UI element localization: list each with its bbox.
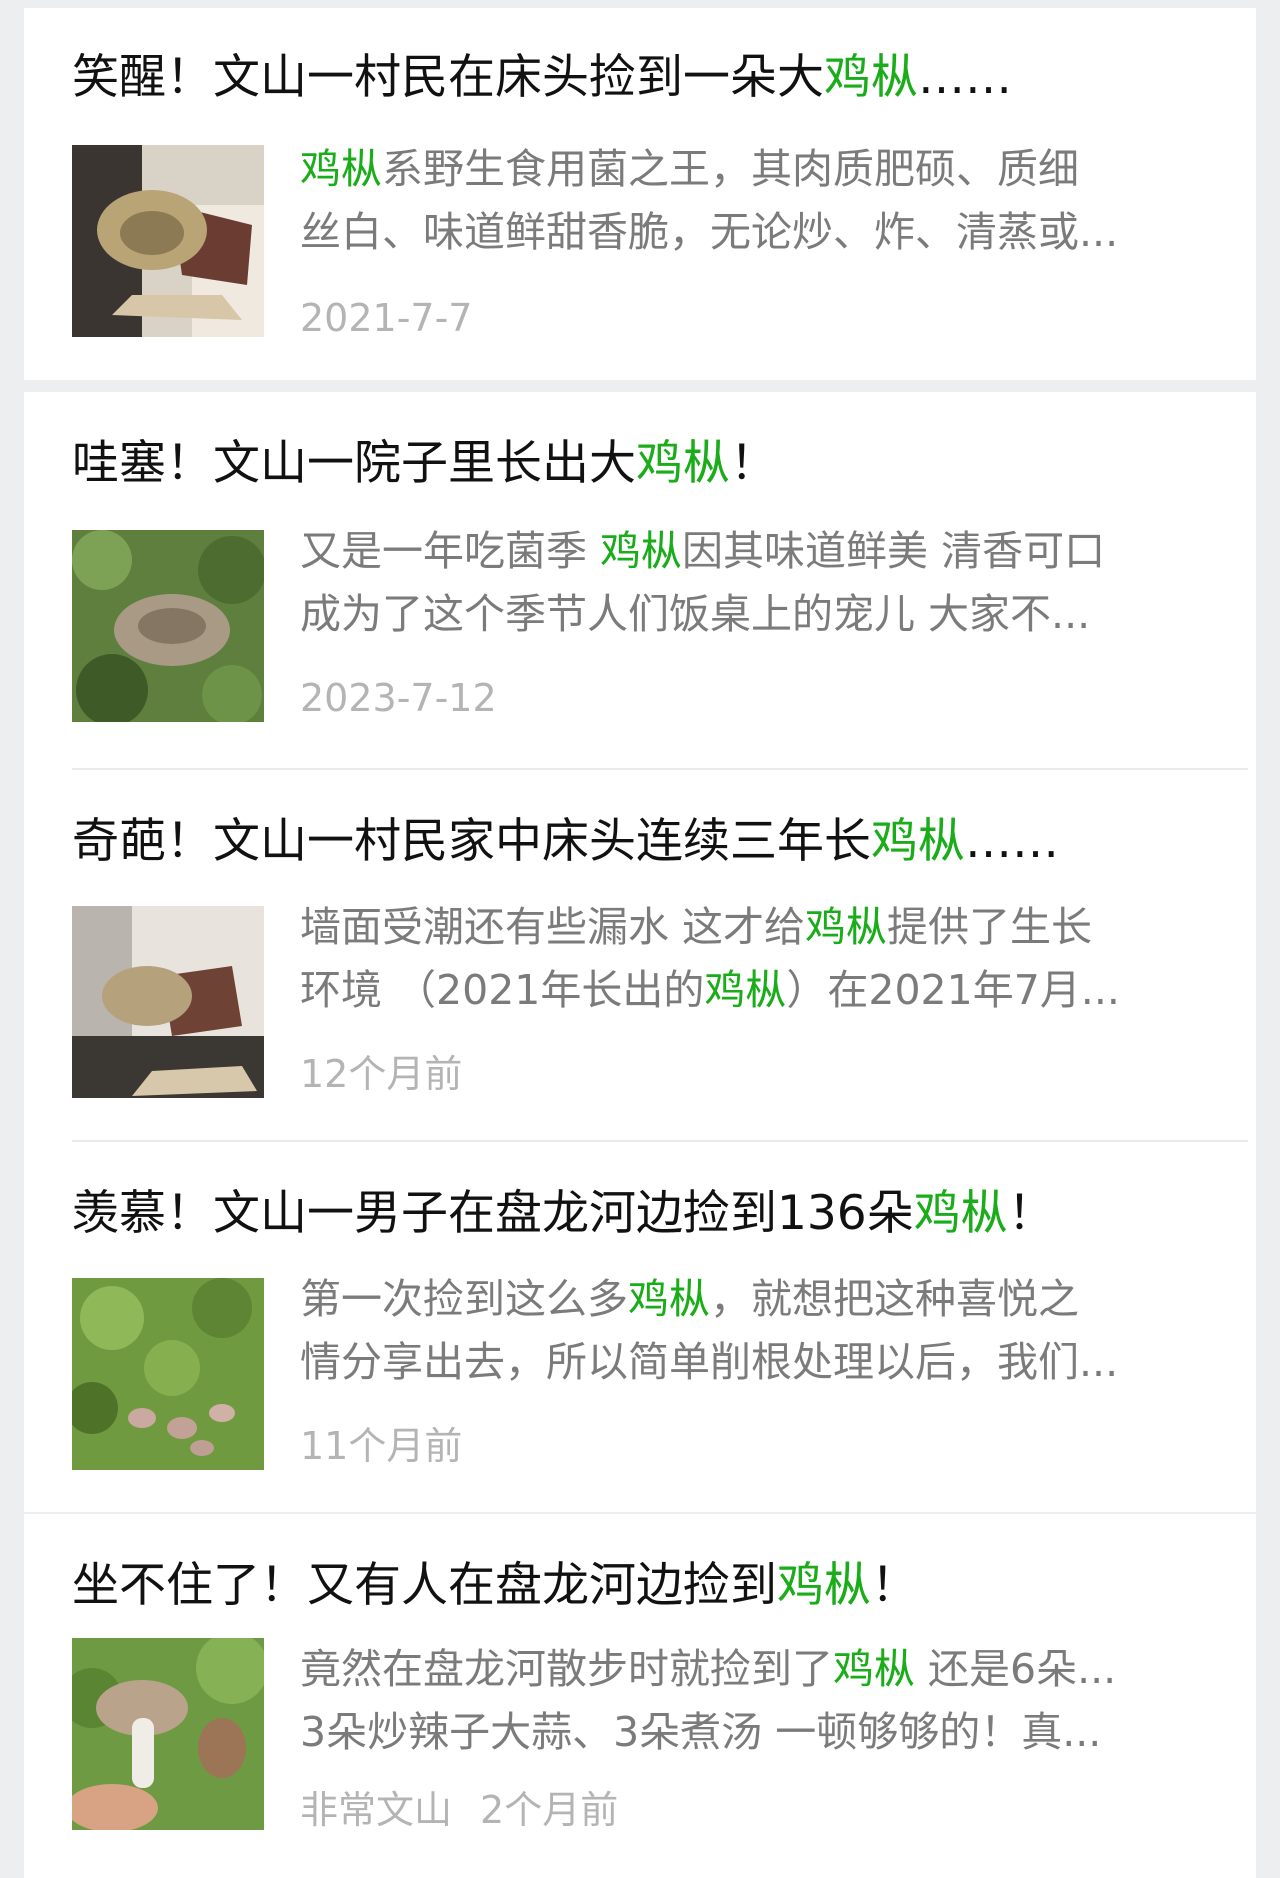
article-thumbnail[interactable]: [72, 530, 264, 722]
article-meta: 2021-7-7: [300, 294, 472, 342]
article-thumbnail[interactable]: [72, 1638, 264, 1830]
keyword-highlight: 鸡枞: [913, 1186, 1008, 1241]
article-thumbnail[interactable]: [72, 906, 264, 1098]
keyword-highlight: 鸡枞: [600, 527, 683, 575]
article-summary: 鸡枞系野生食用菌之王，其肉质肥硕、质细 丝白、味道鲜甜香脆，无论炒、炸、清蒸或.…: [300, 145, 1119, 256]
article-date: 11个月前: [300, 1424, 463, 1468]
keyword-highlight: 鸡枞: [805, 903, 888, 951]
article-title[interactable]: 笑醒！文山一村民在床头捡到一朵大鸡枞……: [72, 48, 1012, 108]
article-summary: 第一次捡到这么多鸡枞，就想把这种喜悦之 情分享出去，所以简单削根处理以后，我们.…: [300, 1275, 1119, 1386]
article-summary: 墙面受潮还有些漏水 这才给鸡枞提供了生长 环境 （2021年长出的鸡枞）在202…: [300, 903, 1120, 1014]
mushroom-garden-photo-icon: [72, 530, 264, 722]
article-meta: 11个月前: [300, 1422, 462, 1470]
keyword-highlight: 鸡枞: [704, 966, 787, 1014]
keyword-highlight: 鸡枞: [777, 1558, 871, 1613]
mushroom-wall-photo-icon: [72, 906, 264, 1098]
keyword-highlight: 鸡枞: [636, 436, 730, 491]
article-date: 12个月前: [300, 1052, 463, 1096]
mushroom-hand-photo-icon: [72, 1638, 264, 1830]
keyword-highlight: 鸡枞: [824, 50, 918, 105]
article-title[interactable]: 哇塞！文山一院子里长出大鸡枞！: [72, 434, 777, 494]
article-card[interactable]: 羡慕！文山一男子在盘龙河边捡到136朵鸡枞！ 第一次捡到这么多鸡枞，就想把这种喜…: [24, 1142, 1256, 1512]
article-title[interactable]: 坐不住了！又有人在盘龙河边捡到鸡枞！: [72, 1556, 918, 1616]
article-card[interactable]: 笑醒！文山一村民在床头捡到一朵大鸡枞…… 鸡枞系野生食用菌之王，其肉质肥硕、质细…: [24, 8, 1256, 380]
article-thumbnail[interactable]: [72, 145, 264, 337]
article-source: 非常文山: [300, 1788, 453, 1832]
keyword-highlight: 鸡枞: [871, 814, 965, 869]
article-date: 2021-7-7: [300, 296, 473, 340]
article-card[interactable]: 坐不住了！又有人在盘龙河边捡到鸡枞！ 竟然在盘龙河散步时就捡到了鸡枞 还是6朵.…: [24, 1514, 1256, 1878]
article-meta: 2023-7-12: [300, 674, 497, 722]
article-card[interactable]: 奇葩！文山一村民家中床头连续三年长鸡枞…… 墙面受潮还有些漏水 这才给鸡枞提供了…: [24, 770, 1256, 1142]
article-meta: 非常文山 2个月前: [300, 1786, 618, 1834]
keyword-highlight: 鸡枞: [300, 145, 382, 193]
article-summary: 竟然在盘龙河散步时就捡到了鸡枞 还是6朵... 3朵炒辣子大蒜、3朵煮汤 一顿够…: [300, 1645, 1117, 1756]
article-title[interactable]: 羡慕！文山一男子在盘龙河边捡到136朵鸡枞！: [72, 1184, 1055, 1244]
article-thumbnail[interactable]: [72, 1278, 264, 1470]
keyword-highlight: 鸡枞: [628, 1275, 710, 1323]
article-title[interactable]: 奇葩！文山一村民家中床头连续三年长鸡枞……: [72, 812, 1059, 872]
article-meta: 12个月前: [300, 1050, 462, 1098]
article-date: 2个月前: [480, 1788, 619, 1832]
mushroom-grass-photo-icon: [72, 1278, 264, 1470]
article-date: 2023-7-12: [300, 676, 497, 720]
mushroom-bedroom-photo-icon: [72, 145, 264, 337]
article-card[interactable]: 哇塞！文山一院子里长出大鸡枞！ 又是一年吃菌季 鸡枞因其味道鲜美 清香可口 成为…: [24, 392, 1256, 770]
keyword-highlight: 鸡枞: [833, 1645, 915, 1693]
article-summary: 又是一年吃菌季 鸡枞因其味道鲜美 清香可口 成为了这个季节人们饭桌上的宠儿 大家…: [300, 527, 1106, 638]
